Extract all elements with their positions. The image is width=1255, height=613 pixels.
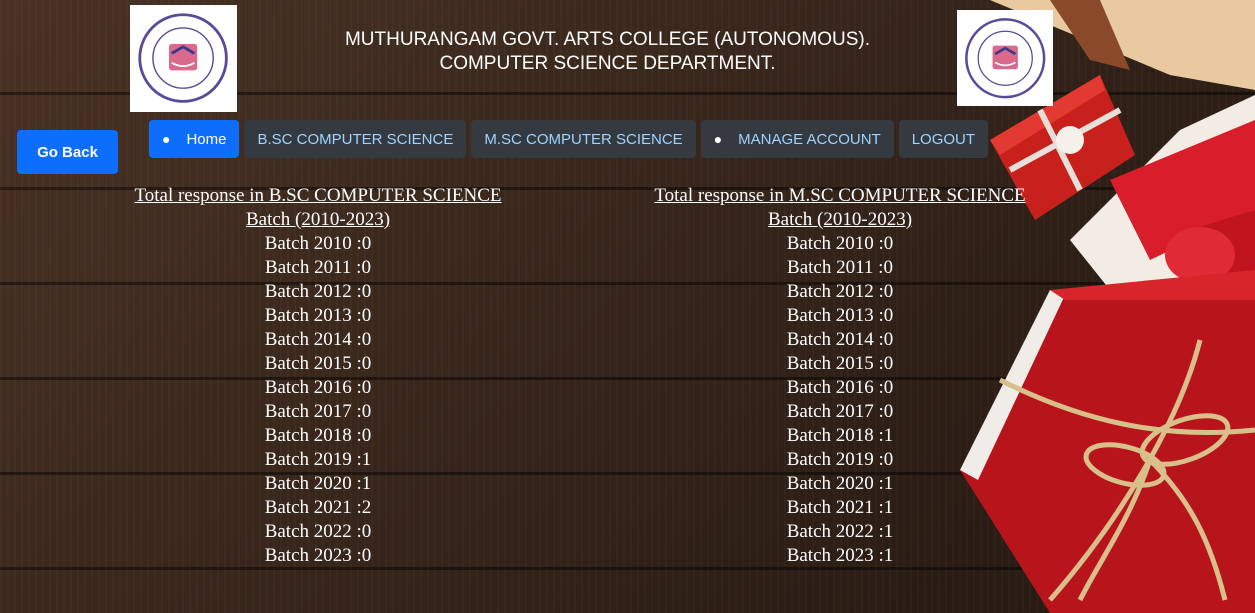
- nav-home-label: Home: [186, 130, 227, 148]
- bsc-batch-row: Batch 2011 :0: [265, 257, 371, 278]
- title-line-1: MUTHURANGAM GOVT. ARTS COLLEGE (AUTONOMO…: [344, 29, 871, 50]
- bsc-heading: Total response in B.SC COMPUTER SCIENCE: [134, 185, 502, 206]
- nav-manage-account[interactable]: ● MANAGE ACCOUNT: [700, 120, 894, 158]
- bsc-batch-row: Batch 2022 :0: [264, 521, 372, 542]
- college-logo-right: [957, 10, 1053, 106]
- college-seal-icon: [964, 17, 1046, 99]
- bsc-batch-row: Batch 2010 :0: [264, 233, 372, 254]
- title-line-2: COMPUTER SCIENCE DEPARTMENT.: [439, 53, 776, 74]
- msc-batch-row: Batch 2019 :0: [786, 449, 894, 470]
- msc-batch-row: Batch 2020 :1: [786, 473, 894, 494]
- msc-heading: Total response in M.SC COMPUTER SCIENCE: [654, 185, 1026, 206]
- nav-logout[interactable]: LOGOUT: [898, 120, 989, 158]
- msc-batch-row: Batch 2014 :0: [786, 329, 894, 350]
- bsc-batch-row: Batch 2019 :1: [264, 449, 372, 470]
- bsc-batch-row: Batch 2023 :0: [264, 545, 372, 566]
- msc-batch-row: Batch 2011 :0: [787, 257, 893, 278]
- bsc-range: Batch (2010-2023): [245, 209, 391, 230]
- nav-msc[interactable]: M.SC COMPUTER SCIENCE: [471, 120, 696, 158]
- bsc-response-summary: Total response in B.SC COMPUTER SCIENCE …: [118, 184, 518, 568]
- bsc-batch-row: Batch 2012 :0: [264, 281, 372, 302]
- msc-batch-row: Batch 2015 :0: [786, 353, 894, 374]
- bsc-batch-row: Batch 2021 :2: [264, 497, 372, 518]
- nav-bsc-label: B.SC COMPUTER SCIENCE: [257, 130, 454, 148]
- nav-msc-label: M.SC COMPUTER SCIENCE: [484, 130, 683, 148]
- page-title: MUTHURANGAM GOVT. ARTS COLLEGE (AUTONOMO…: [290, 28, 925, 76]
- bsc-batch-row: Batch 2020 :1: [264, 473, 372, 494]
- college-logo-left: [130, 5, 237, 112]
- nav-manage-label: MANAGE ACCOUNT: [738, 130, 881, 148]
- nav-home[interactable]: ● Home: [149, 120, 240, 158]
- msc-range: Batch (2010-2023): [767, 209, 913, 230]
- msc-batch-row: Batch 2016 :0: [786, 377, 894, 398]
- msc-batch-row: Batch 2022 :1: [786, 521, 894, 542]
- msc-batch-row: Batch 2018 :1: [786, 425, 894, 446]
- bsc-batch-row: Batch 2015 :0: [264, 353, 372, 374]
- msc-batch-row: Batch 2010 :0: [786, 233, 894, 254]
- nav-bsc[interactable]: B.SC COMPUTER SCIENCE: [244, 120, 467, 158]
- bsc-batch-row: Batch 2016 :0: [264, 377, 372, 398]
- msc-batch-row: Batch 2012 :0: [786, 281, 894, 302]
- bsc-batch-row: Batch 2017 :0: [264, 401, 372, 422]
- bsc-batch-row: Batch 2014 :0: [264, 329, 372, 350]
- nav-logout-label: LOGOUT: [911, 130, 976, 148]
- msc-batch-row: Batch 2017 :0: [786, 401, 894, 422]
- msc-batch-row: Batch 2023 :1: [786, 545, 894, 566]
- msc-batch-row: Batch 2013 :0: [786, 305, 894, 326]
- college-seal-icon: [138, 13, 229, 104]
- msc-batch-row: Batch 2021 :1: [786, 497, 894, 518]
- bullet-icon: ●: [162, 131, 171, 147]
- bsc-batch-row: Batch 2018 :0: [264, 425, 372, 446]
- bsc-batch-row: Batch 2013 :0: [264, 305, 372, 326]
- msc-response-summary: Total response in M.SC COMPUTER SCIENCE …: [640, 184, 1040, 568]
- bullet-icon: ●: [713, 131, 723, 147]
- go-back-button[interactable]: Go Back: [17, 130, 118, 174]
- main-nav: ● Home B.SC COMPUTER SCIENCE M.SC COMPUT…: [149, 120, 989, 158]
